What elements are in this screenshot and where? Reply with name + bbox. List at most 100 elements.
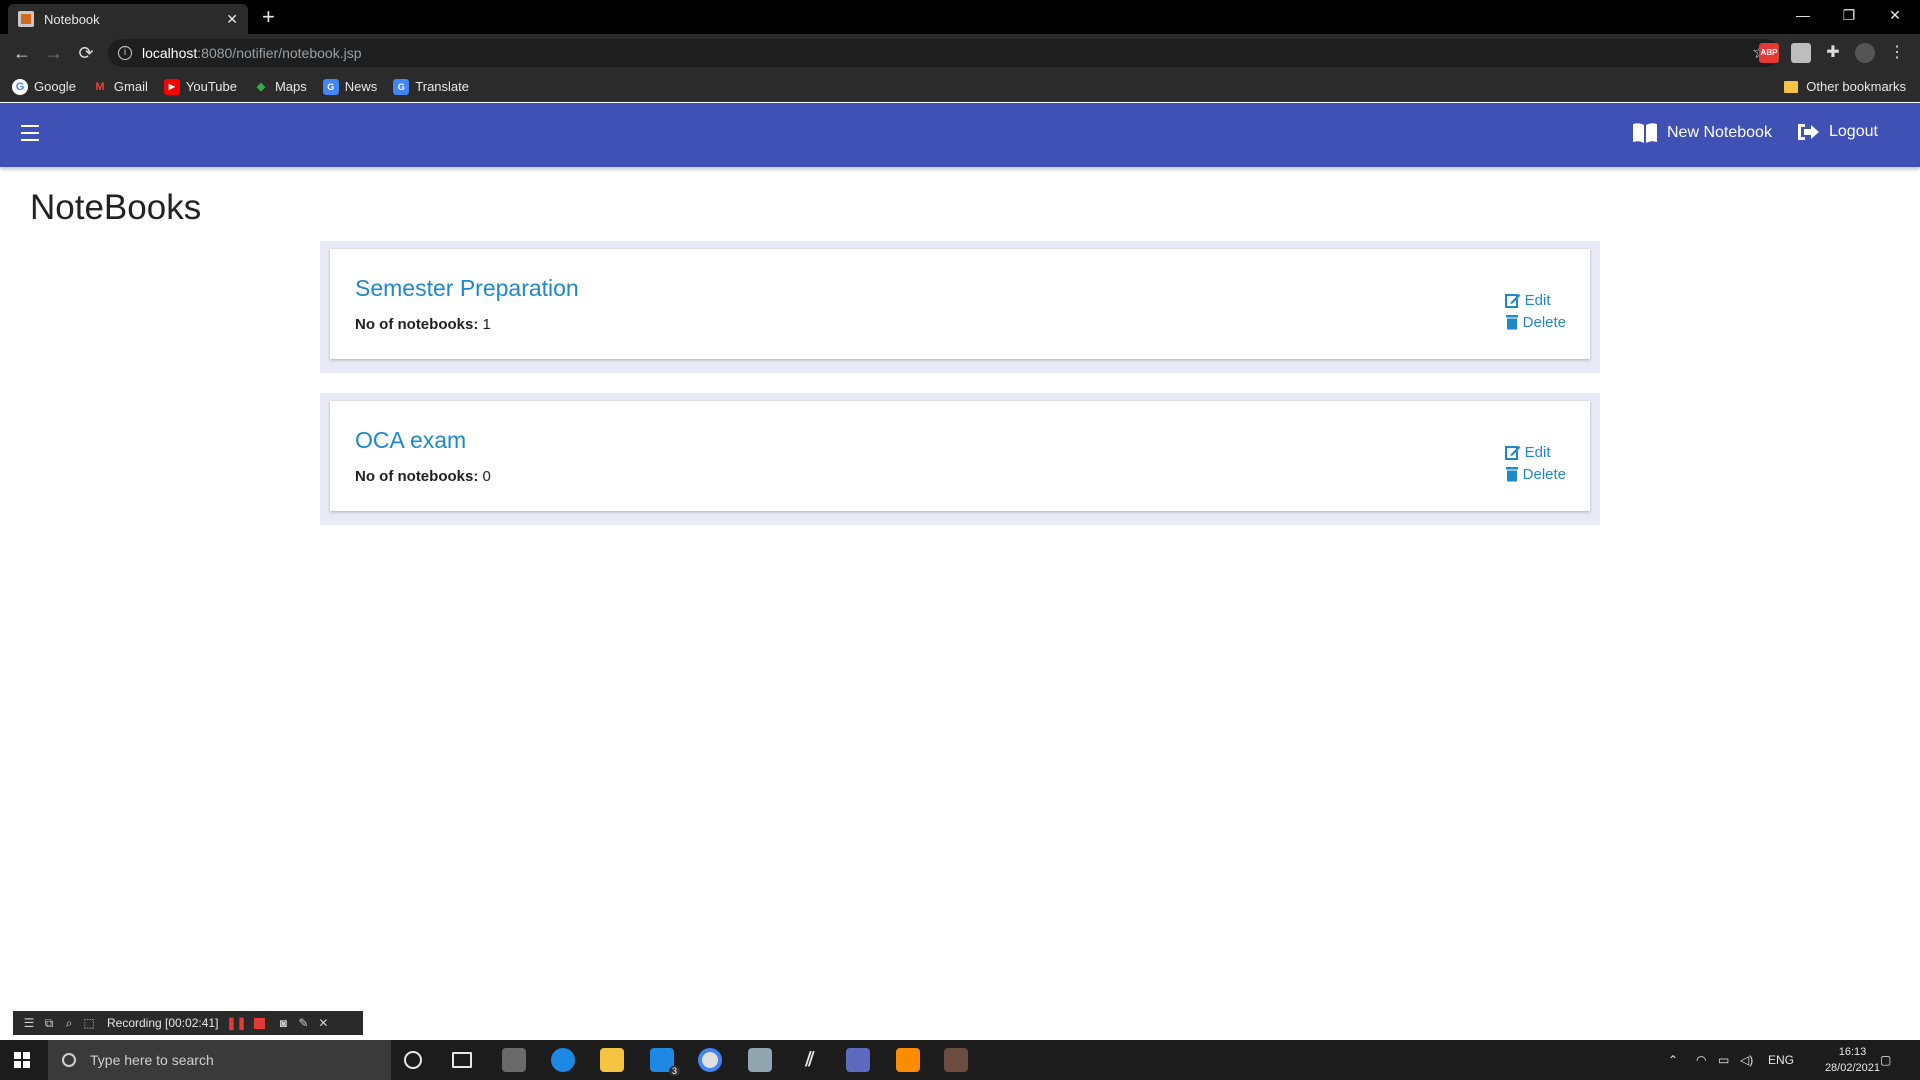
notebook-actions: Edit Delete <box>1504 441 1566 485</box>
recorder-window-icon[interactable]: ⧉ <box>39 1016 59 1031</box>
mail-icon[interactable]: 3 <box>650 1048 680 1076</box>
notebook-count-value: 1 <box>482 316 491 333</box>
chrome-icon[interactable] <box>698 1048 722 1072</box>
hamburger-menu-icon[interactable] <box>21 125 39 141</box>
back-icon[interactable]: ← <box>10 42 34 64</box>
bookmark-google[interactable]: G Google <box>12 78 76 95</box>
bookmark-label: Maps <box>274 79 307 94</box>
notebook-name-link[interactable]: OCA exam <box>355 427 466 454</box>
bookmark-label: Google <box>34 79 76 94</box>
camera-icon[interactable]: ◙ <box>273 1016 293 1030</box>
taskbar-search-box[interactable]: Type here to search <box>48 1040 391 1080</box>
restore-icon[interactable]: ❐ <box>1826 0 1872 30</box>
language-indicator[interactable]: ENG <box>1768 1040 1794 1080</box>
reload-icon[interactable]: ⟳ <box>74 42 98 64</box>
recording-toolbar: ☰ ⧉ ⌕ ⬚ Recording [00:02:41] ❚❚ ◙ ✎ ✕ <box>13 1011 363 1035</box>
bookmark-gmail[interactable]: M Gmail <box>92 79 148 95</box>
notebook-count-value: 0 <box>482 468 491 485</box>
cortana-icon[interactable] <box>404 1051 422 1069</box>
delete-button[interactable]: Delete <box>1505 311 1566 333</box>
menu-kebab-icon[interactable]: ⋮ <box>1887 43 1907 63</box>
new-notebook-button[interactable]: New Notebook <box>1631 121 1772 145</box>
minimize-icon[interactable]: — <box>1780 0 1826 30</box>
delete-button[interactable]: Delete <box>1505 463 1566 485</box>
taskbar: Type here to search 3 ⫽ ⌃ ◠ ▭ ◁) ENG 16:… <box>0 1040 1920 1080</box>
clock-date: 28/02/2021 <box>1824 1062 1880 1074</box>
file-explorer-icon[interactable] <box>600 1048 624 1072</box>
notebook-count: No of notebooks: 0 <box>355 468 491 485</box>
profile-avatar[interactable] <box>1855 43 1875 63</box>
browser-tab[interactable]: Notebook ✕ <box>8 4 248 34</box>
app-bar: New Notebook Logout <box>0 103 1920 167</box>
notebook-card-container: OCA exam No of notebooks: 0 Edit Delete <box>320 393 1600 525</box>
edge-icon[interactable] <box>551 1048 575 1072</box>
windows-start-icon[interactable] <box>14 1052 30 1068</box>
bookmark-maps[interactable]: ◆ Maps <box>253 79 307 95</box>
trash-icon <box>1505 467 1518 482</box>
store-icon[interactable] <box>502 1048 526 1072</box>
url-host: localhost <box>142 45 198 61</box>
window-close-icon[interactable]: ✕ <box>1872 0 1918 30</box>
notifications-icon[interactable]: ▢ <box>1880 1040 1891 1080</box>
other-bookmarks[interactable]: Other bookmarks <box>1784 79 1906 94</box>
volume-icon[interactable]: ◁) <box>1740 1040 1753 1080</box>
bookmark-label: YouTube <box>185 79 237 94</box>
bookmark-news[interactable]: G News <box>322 78 377 95</box>
other-bookmarks-label: Other bookmarks <box>1806 79 1906 94</box>
recorder-region-icon[interactable]: ⬚ <box>79 1016 99 1030</box>
task-view-icon[interactable] <box>452 1052 472 1068</box>
bookmark-label: Gmail <box>113 79 148 94</box>
url-path: :8080/notifier/notebook.jsp <box>197 45 362 61</box>
google-icon: G <box>12 78 28 95</box>
edit-icon <box>1504 446 1521 460</box>
notebook-count-label: No of notebooks: <box>355 316 479 333</box>
stop-icon[interactable] <box>254 1017 266 1029</box>
clock[interactable]: 16:13 28/02/2021 <box>1825 1044 1880 1076</box>
adblock-icon[interactable]: ABP <box>1759 43 1779 63</box>
clock-time: 16:13 <box>1838 1046 1867 1058</box>
extension-icon[interactable] <box>1791 43 1811 63</box>
site-info-icon[interactable]: i <box>118 46 132 60</box>
tray-chevron-icon[interactable]: ⌃ <box>1668 1040 1678 1080</box>
new-tab-icon[interactable]: + <box>262 6 275 28</box>
forward-icon[interactable]: → <box>42 42 66 64</box>
notebook-count-label: No of notebooks: <box>355 468 479 485</box>
notebook-card-container: Semester Preparation No of notebooks: 1 … <box>320 241 1600 373</box>
bookmark-youtube[interactable]: ▶ YouTube <box>163 78 237 95</box>
xampp-icon[interactable] <box>896 1048 920 1072</box>
notebook-favicon-icon <box>18 11 34 27</box>
edit-label: Edit <box>1524 443 1551 461</box>
extensions-puzzle-icon[interactable]: ✚ <box>1823 43 1843 63</box>
bookmark-label: Translate <box>415 79 469 94</box>
edit-button[interactable]: Edit <box>1504 289 1566 311</box>
close-tab-icon[interactable]: ✕ <box>226 11 238 28</box>
bandicam-icon[interactable] <box>846 1048 870 1072</box>
pause-icon[interactable]: ❚❚ <box>226 1016 246 1030</box>
notebook-count: No of notebooks: 1 <box>355 316 491 333</box>
browser-toolbar: ← → ⟳ i localhost:8080/notifier/notebook… <box>0 34 1920 72</box>
folder-icon <box>1784 80 1799 93</box>
delete-label: Delete <box>1522 465 1566 483</box>
open-book-icon <box>1633 123 1657 143</box>
bookmark-translate[interactable]: G Translate <box>393 78 469 95</box>
translate-icon: G <box>393 78 410 95</box>
recorder-menu-icon[interactable]: ☰ <box>19 1016 39 1030</box>
recorder-zoom-icon[interactable]: ⌕ <box>59 1016 79 1031</box>
news-icon: G <box>322 78 339 95</box>
recording-status: Recording [00:02:41] <box>107 1016 219 1030</box>
recorder-app-icon[interactable] <box>944 1048 968 1072</box>
app-window-icon[interactable] <box>748 1048 772 1072</box>
search-icon <box>62 1053 76 1067</box>
tab-title: Notebook <box>44 11 100 27</box>
address-bar[interactable]: i localhost:8080/notifier/notebook.jsp ☆ <box>108 39 1780 67</box>
maps-icon: ◆ <box>256 81 266 93</box>
netbeans-icon[interactable]: ⫽ <box>798 1048 822 1072</box>
logout-label: Logout <box>1829 123 1878 140</box>
logout-button[interactable]: Logout <box>1795 121 1878 143</box>
battery-icon[interactable]: ▭ <box>1718 1040 1729 1080</box>
edit-button[interactable]: Edit <box>1504 441 1566 463</box>
pen-icon[interactable]: ✎ <box>293 1016 313 1030</box>
recorder-close-icon[interactable]: ✕ <box>313 1016 333 1030</box>
notebook-name-link[interactable]: Semester Preparation <box>355 275 579 302</box>
network-icon[interactable]: ◠ <box>1696 1040 1706 1080</box>
